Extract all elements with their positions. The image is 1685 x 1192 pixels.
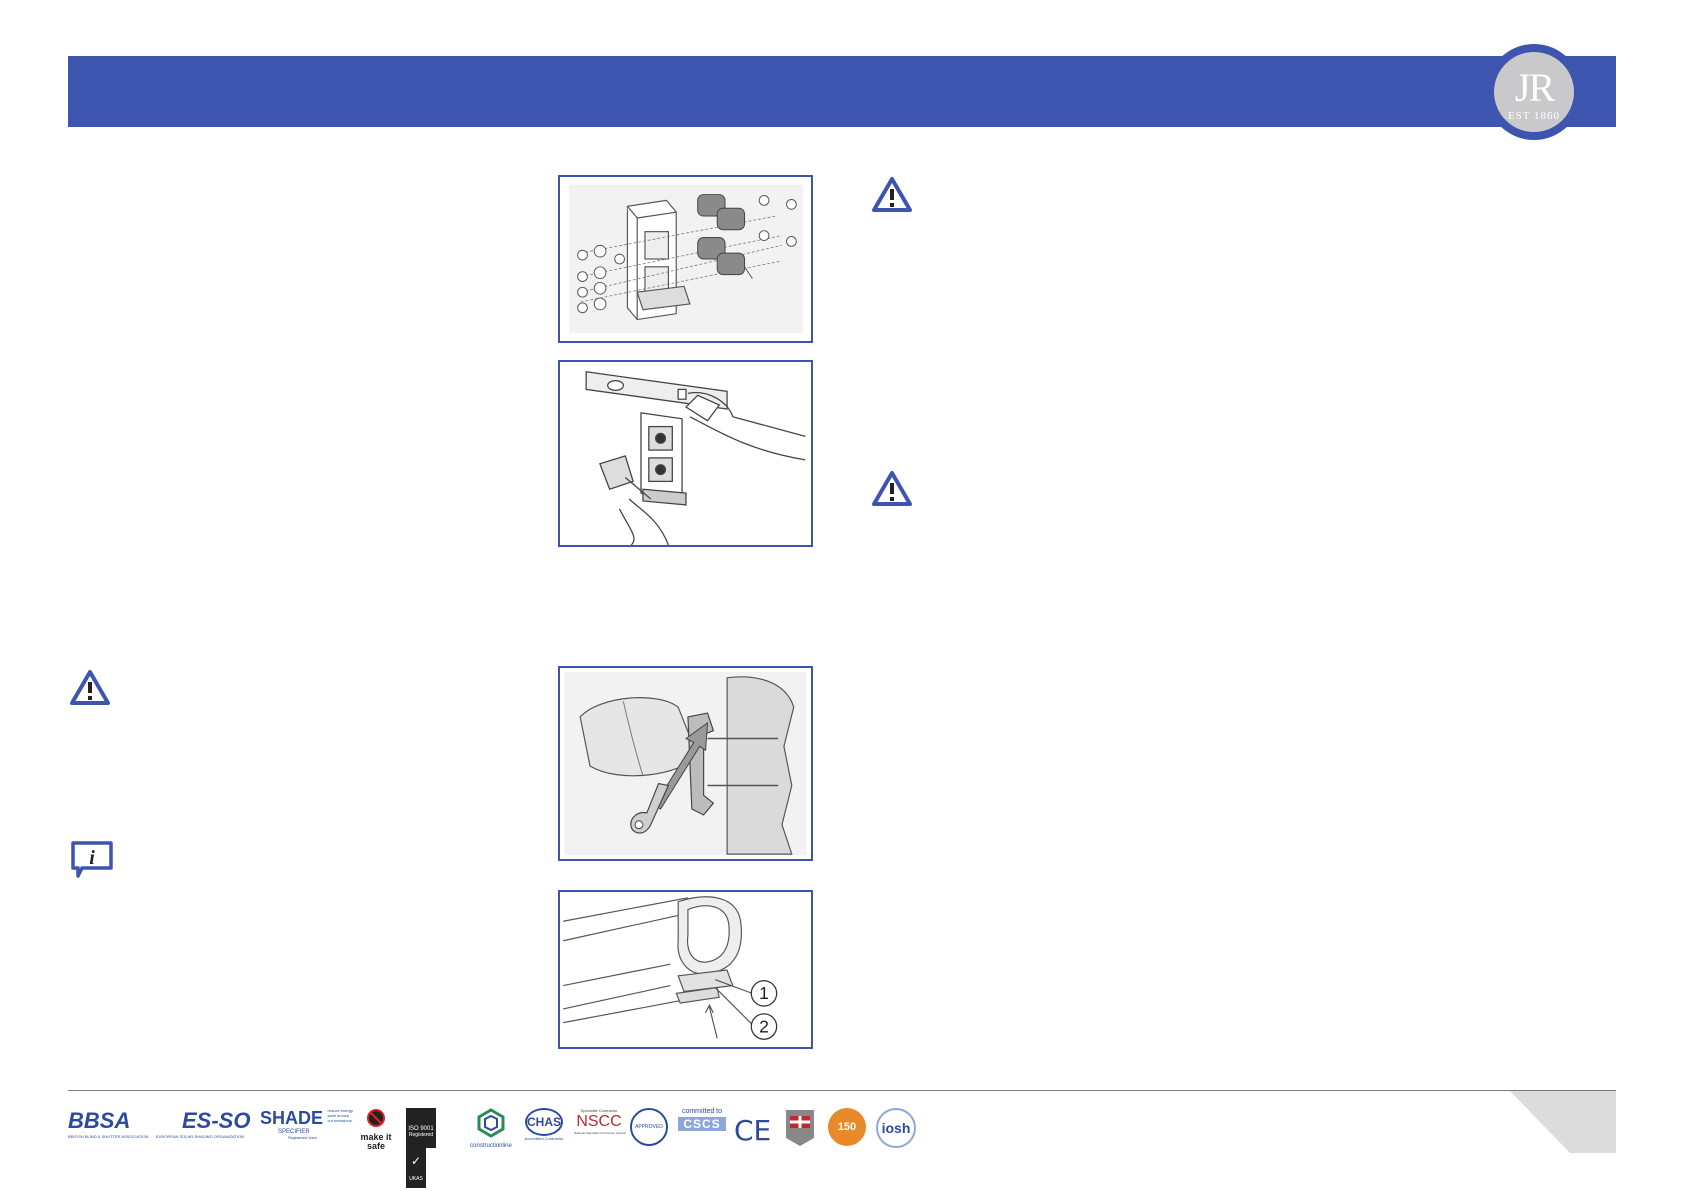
- header-bar: [68, 56, 1616, 127]
- constructionline-icon: [477, 1108, 505, 1138]
- bbsa-logo: BBSA BRITISH BLIND & SHUTTER ASSOCIATION: [68, 1108, 149, 1139]
- figure-fixing-callouts: 1 2: [558, 890, 813, 1049]
- iosh-logo: iosh: [876, 1108, 920, 1154]
- callout-2-label: 2: [759, 1016, 769, 1036]
- footer-rule: [68, 1090, 1616, 1091]
- awning-mount-illustration: [564, 671, 807, 856]
- union-flag-badge-logo: [784, 1108, 818, 1154]
- company-logo: JR EST 1860: [1486, 44, 1582, 140]
- logo-established: EST 1860: [1507, 110, 1561, 122]
- make-it-safe-logo: make it safe: [354, 1108, 398, 1154]
- warning-icon: [870, 469, 914, 509]
- svg-text:i: i: [89, 847, 95, 869]
- esso-logo: ES-SO EUROPEAN SOLAR-SHADING ORGANIZATIO…: [156, 1108, 251, 1139]
- approved-badge-logo: APPROVED: [630, 1108, 670, 1154]
- bracket-levelling-illustration: [585, 371, 806, 545]
- anniversary-badge-logo: 150: [828, 1108, 868, 1154]
- check-icon: ✓: [410, 1154, 422, 1168]
- fixing-callouts-illustration: 1 2: [563, 896, 778, 1040]
- figure-bracket-exploded: [558, 175, 813, 343]
- warning-icon: [68, 668, 112, 708]
- union-flag-icon: [786, 1110, 814, 1146]
- warning-icon: [870, 175, 914, 215]
- callout-1-label: 1: [759, 983, 769, 1003]
- accreditation-logos: BBSA BRITISH BLIND & SHUTTER ASSOCIATION…: [68, 1108, 928, 1188]
- shade-specifier-logo: SHADE reduce energy save money cut emiss…: [260, 1108, 354, 1140]
- iso-ukas-logo: ISO 9001 Registered ✓ UKAS: [406, 1108, 460, 1188]
- make-it-safe-icon: [367, 1109, 385, 1127]
- figure-awning-mount: [558, 666, 813, 861]
- info-icon: i: [70, 840, 114, 880]
- bracket-exploded-illustration: [568, 184, 804, 334]
- logo-monogram: JR: [1514, 65, 1555, 110]
- page-corner: [1510, 1091, 1616, 1153]
- cscs-logo: committed to CSCS: [678, 1108, 726, 1154]
- chas-logo: CHAS Accredited Contractor: [518, 1108, 570, 1154]
- ce-mark-logo: CE: [734, 1114, 772, 1147]
- constructionline-logo: constructionline: [466, 1108, 516, 1154]
- figure-bracket-levelling: [558, 360, 813, 547]
- nscc-logo: Specialist Contractor NSCC National Spec…: [574, 1108, 626, 1135]
